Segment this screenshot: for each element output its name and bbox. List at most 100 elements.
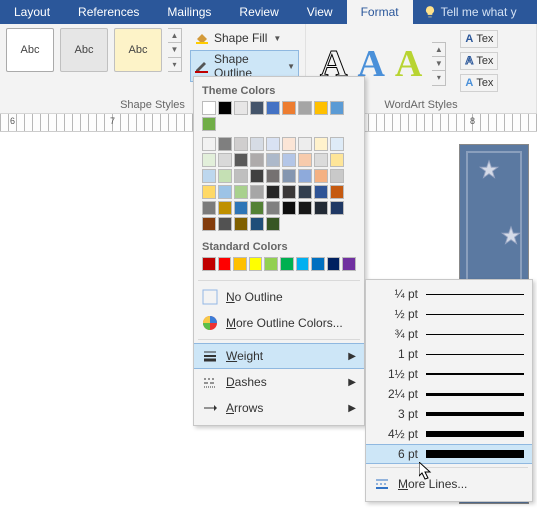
color-swatch[interactable]: [250, 217, 264, 231]
color-swatch[interactable]: [327, 257, 341, 271]
color-swatch[interactable]: [218, 217, 232, 231]
tab-mailings[interactable]: Mailings: [153, 0, 225, 24]
color-swatch[interactable]: [298, 101, 312, 115]
color-swatch[interactable]: [218, 101, 232, 115]
color-swatch[interactable]: [202, 201, 216, 215]
color-swatch[interactable]: [296, 257, 310, 271]
color-swatch[interactable]: [250, 153, 264, 167]
color-swatch[interactable]: [234, 201, 248, 215]
color-swatch[interactable]: [282, 153, 296, 167]
color-swatch[interactable]: [233, 257, 247, 271]
color-swatch[interactable]: [266, 137, 280, 151]
wordart-thumb[interactable]: A: [395, 45, 422, 83]
weight-option[interactable]: 1½ pt: [366, 364, 532, 384]
tab-references[interactable]: References: [64, 0, 153, 24]
tab-format[interactable]: Format: [347, 0, 413, 24]
tab-review[interactable]: Review: [225, 0, 292, 24]
color-swatch[interactable]: [202, 117, 216, 131]
color-swatch[interactable]: [218, 201, 232, 215]
more-lines-item[interactable]: More Lines...: [366, 471, 532, 497]
color-swatch[interactable]: [266, 201, 280, 215]
weight-option[interactable]: ¼ pt: [366, 284, 532, 304]
gallery-more-button[interactable]: ▲▼▾: [168, 28, 182, 72]
weight-option[interactable]: ¾ pt: [366, 324, 532, 344]
color-swatch[interactable]: [234, 169, 248, 183]
color-swatch[interactable]: [266, 153, 280, 167]
color-swatch[interactable]: [282, 137, 296, 151]
weight-option[interactable]: 4½ pt: [366, 424, 532, 444]
color-swatch[interactable]: [202, 153, 216, 167]
color-swatch[interactable]: [250, 185, 264, 199]
color-swatch[interactable]: [202, 257, 216, 271]
color-swatch[interactable]: [202, 217, 216, 231]
color-swatch[interactable]: [298, 137, 312, 151]
color-swatch[interactable]: [298, 169, 312, 183]
color-swatch[interactable]: [330, 169, 344, 183]
weight-option[interactable]: 1 pt: [366, 344, 532, 364]
color-swatch[interactable]: [202, 137, 216, 151]
color-swatch[interactable]: [298, 153, 312, 167]
color-swatch[interactable]: [234, 185, 248, 199]
arrows-item[interactable]: Arrows ▶: [194, 395, 364, 421]
color-swatch[interactable]: [330, 101, 344, 115]
color-swatch[interactable]: [298, 201, 312, 215]
weight-option[interactable]: ½ pt: [366, 304, 532, 324]
color-swatch[interactable]: [234, 217, 248, 231]
color-swatch[interactable]: [202, 101, 216, 115]
weight-option[interactable]: 2¼ pt: [366, 384, 532, 404]
shape-style-thumb[interactable]: Abc: [114, 28, 162, 72]
gallery-more-button[interactable]: ▲▼▾: [432, 42, 446, 86]
color-swatch[interactable]: [234, 101, 248, 115]
more-colors-item[interactable]: More Outline Colors...: [194, 310, 364, 336]
color-swatch[interactable]: [311, 257, 325, 271]
color-swatch[interactable]: [234, 137, 248, 151]
color-swatch[interactable]: [202, 169, 216, 183]
shape-style-gallery[interactable]: Abc Abc Abc ▲▼▾: [6, 28, 182, 72]
star-shape[interactable]: [500, 225, 522, 247]
color-swatch[interactable]: [234, 153, 248, 167]
color-swatch[interactable]: [314, 153, 328, 167]
color-swatch[interactable]: [282, 185, 296, 199]
color-swatch[interactable]: [266, 185, 280, 199]
weight-option[interactable]: 3 pt: [366, 404, 532, 424]
color-swatch[interactable]: [314, 201, 328, 215]
dashes-item[interactable]: Dashes ▶: [194, 369, 364, 395]
color-swatch[interactable]: [264, 257, 278, 271]
color-swatch[interactable]: [314, 137, 328, 151]
no-outline-item[interactable]: No Outline: [194, 284, 364, 310]
color-swatch[interactable]: [298, 185, 312, 199]
text-outline-button[interactable]: ATex: [460, 52, 498, 70]
color-swatch[interactable]: [249, 257, 263, 271]
color-swatch[interactable]: [314, 101, 328, 115]
color-swatch[interactable]: [218, 169, 232, 183]
color-swatch[interactable]: [330, 137, 344, 151]
color-swatch[interactable]: [266, 101, 280, 115]
color-swatch[interactable]: [282, 201, 296, 215]
color-swatch[interactable]: [282, 169, 296, 183]
color-swatch[interactable]: [218, 185, 232, 199]
tell-me-search[interactable]: Tell me what y: [413, 0, 517, 24]
color-swatch[interactable]: [250, 137, 264, 151]
color-swatch[interactable]: [314, 185, 328, 199]
color-swatch[interactable]: [202, 185, 216, 199]
tab-view[interactable]: View: [293, 0, 347, 24]
color-swatch[interactable]: [250, 101, 264, 115]
color-swatch[interactable]: [266, 217, 280, 231]
color-swatch[interactable]: [330, 201, 344, 215]
weight-option[interactable]: 6 pt: [366, 444, 532, 464]
shape-fill-button[interactable]: Shape Fill▼: [190, 28, 299, 48]
color-swatch[interactable]: [218, 153, 232, 167]
color-swatch[interactable]: [250, 201, 264, 215]
color-swatch[interactable]: [218, 257, 232, 271]
color-swatch[interactable]: [314, 169, 328, 183]
text-fill-button[interactable]: ATex: [460, 30, 498, 48]
weight-item[interactable]: Weight ▶: [194, 343, 364, 369]
shape-style-thumb[interactable]: Abc: [60, 28, 108, 72]
color-swatch[interactable]: [250, 169, 264, 183]
tab-layout[interactable]: Layout: [0, 0, 64, 24]
color-swatch[interactable]: [280, 257, 294, 271]
color-swatch[interactable]: [266, 169, 280, 183]
star-shape[interactable]: [478, 159, 500, 181]
color-swatch[interactable]: [330, 185, 344, 199]
text-effects-button[interactable]: ATex: [460, 74, 498, 92]
